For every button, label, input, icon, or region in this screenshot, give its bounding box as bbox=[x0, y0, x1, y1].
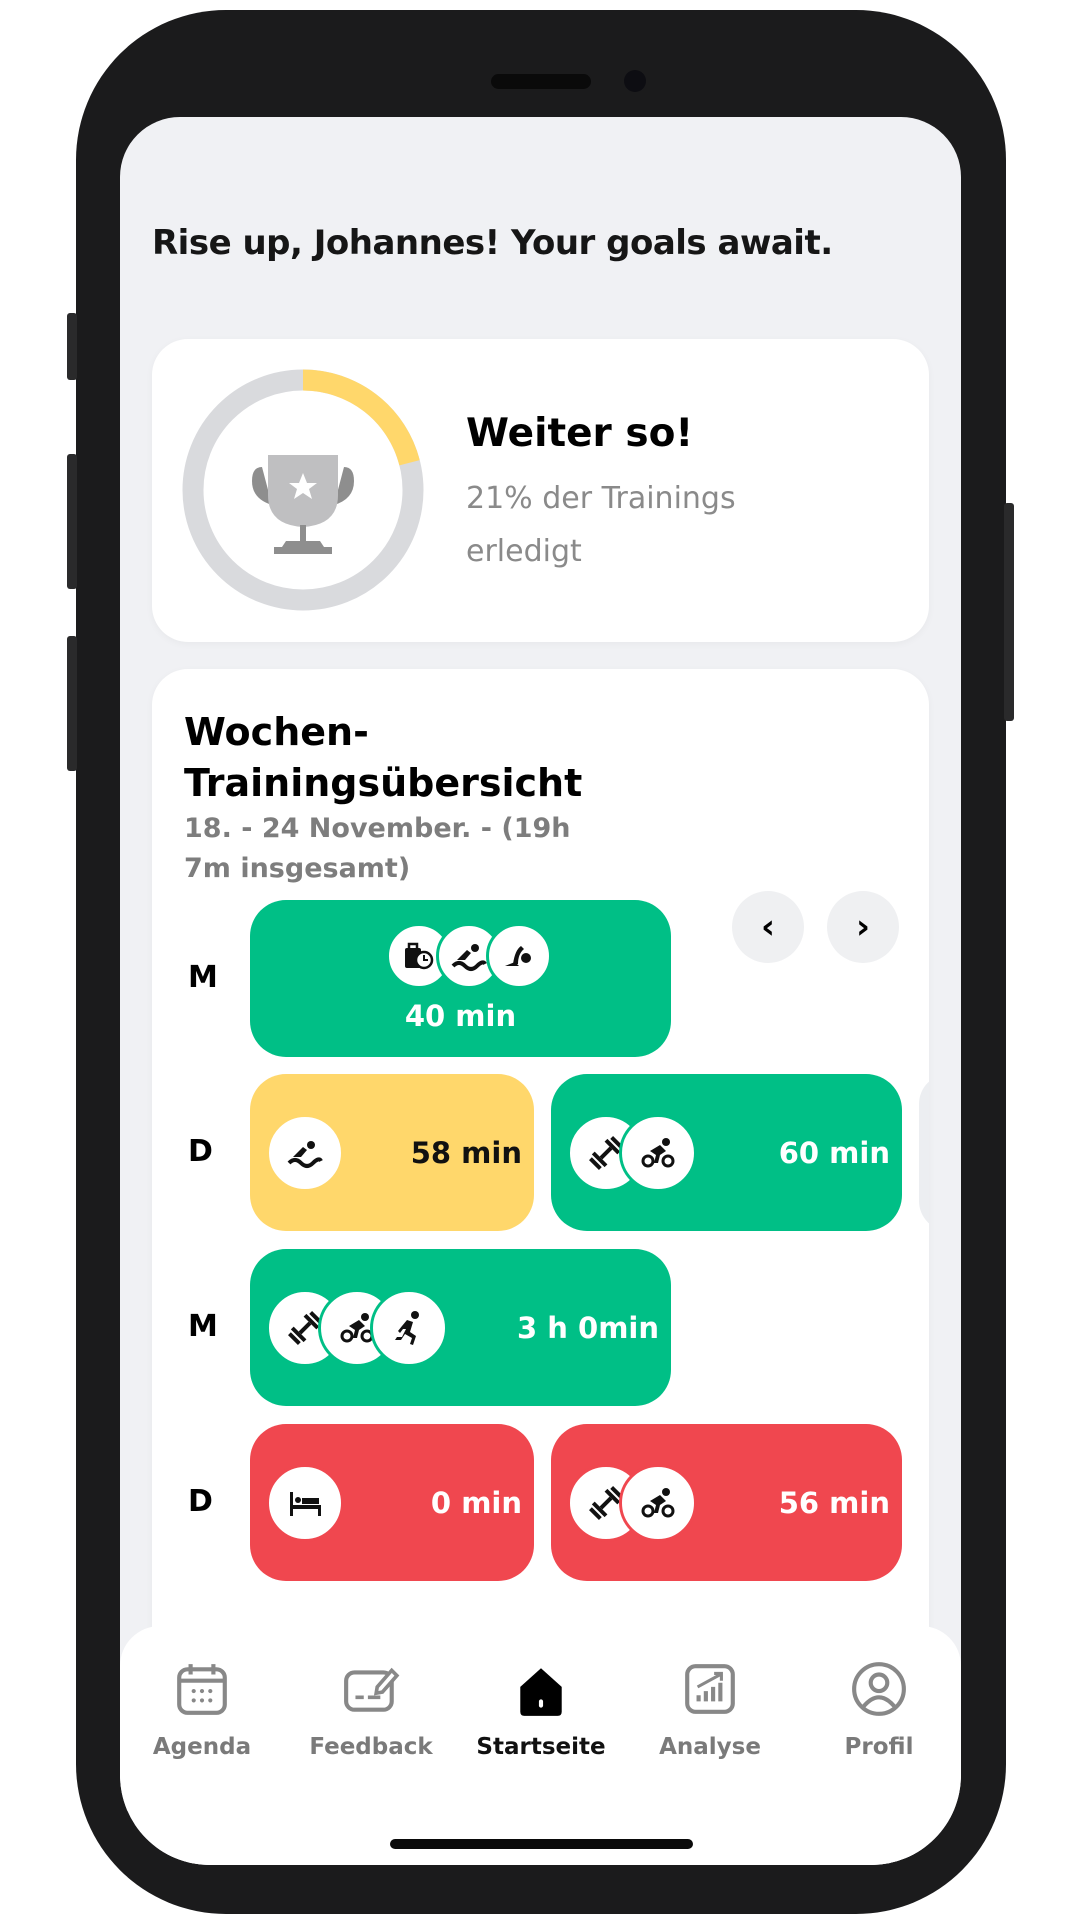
volume-down-button bbox=[67, 636, 77, 771]
nav-agenda[interactable]: Agenda bbox=[122, 1660, 282, 1760]
nav-feedback[interactable]: Feedback bbox=[291, 1660, 451, 1760]
nav-analyse[interactable]: Analyse bbox=[630, 1660, 790, 1760]
power-button bbox=[1004, 503, 1014, 721]
calendar-icon bbox=[177, 1664, 227, 1715]
chart-icon bbox=[685, 1664, 735, 1714]
session-duration: 60 min bbox=[778, 1135, 890, 1170]
training-session-missed[interactable]: 56 min bbox=[551, 1424, 902, 1581]
weekly-title: Wochen-Trainingsübersicht bbox=[184, 710, 583, 805]
session-duration: 58 min bbox=[410, 1135, 522, 1170]
bike-icon bbox=[619, 1113, 697, 1192]
nav-label: Analyse bbox=[659, 1734, 761, 1760]
bike-icon bbox=[619, 1463, 697, 1542]
session-duration: 0 min bbox=[430, 1485, 522, 1520]
trophy-icon bbox=[252, 455, 354, 554]
greeting: Rise up, Johannes! Your goals await. bbox=[152, 223, 833, 263]
day-label: M bbox=[188, 960, 218, 995]
training-session-offscreen[interactable] bbox=[919, 1074, 929, 1231]
profile-icon bbox=[852, 1662, 906, 1716]
session-icons bbox=[266, 1463, 344, 1542]
screen: Rise up, Johannes! Your goals await. Wei… bbox=[120, 117, 961, 1865]
training-session-completed[interactable]: 40 min bbox=[250, 900, 671, 1057]
training-session-missed[interactable]: 0 min bbox=[250, 1424, 534, 1581]
swim-icon bbox=[266, 1113, 344, 1192]
session-icons bbox=[266, 1288, 448, 1367]
training-session-partial[interactable]: 58 min bbox=[250, 1074, 534, 1231]
day-label: D bbox=[188, 1484, 213, 1519]
run-icon bbox=[370, 1288, 448, 1367]
nav-label: Agenda bbox=[152, 1734, 252, 1760]
day-row: D 0 min 56 min bbox=[152, 1424, 929, 1581]
session-icons bbox=[567, 1113, 697, 1192]
progress-card[interactable]: Weiter so! 21% der Trainings erledigt bbox=[152, 339, 929, 642]
session-icons bbox=[266, 1113, 344, 1192]
weekly-subtitle: 18. - 24 November. - (19h 7m insgesamt) bbox=[184, 813, 571, 884]
bottom-nav: Agenda Feedback Startseite Analyse Profil bbox=[120, 1626, 961, 1865]
session-duration: 3 h 0min bbox=[517, 1310, 659, 1345]
day-row: M 40 min bbox=[152, 900, 929, 1057]
day-row: D 58 min 60 min bbox=[152, 1074, 929, 1231]
speaker bbox=[491, 74, 591, 89]
progress-title: Weiter so! bbox=[466, 411, 694, 456]
volume-up-button bbox=[67, 454, 77, 589]
nav-label: Profil bbox=[844, 1734, 914, 1760]
day-row: M 3 h 0min bbox=[152, 1249, 929, 1406]
bed-icon bbox=[266, 1463, 344, 1542]
progress-ring bbox=[182, 369, 424, 611]
mute-switch bbox=[67, 313, 77, 380]
day-label: M bbox=[188, 1309, 218, 1344]
home-indicator[interactable] bbox=[390, 1839, 693, 1849]
training-session-completed[interactable]: 3 h 0min bbox=[250, 1249, 671, 1406]
feedback-icon bbox=[344, 1667, 400, 1712]
training-session-completed[interactable]: 60 min bbox=[551, 1074, 902, 1231]
nav-label: Startseite bbox=[476, 1734, 606, 1760]
open-water-icon bbox=[485, 922, 552, 989]
progress-subtitle: 21% der Trainings erledigt bbox=[466, 481, 736, 569]
session-icons bbox=[567, 1463, 697, 1542]
front-camera bbox=[624, 70, 646, 92]
session-duration: 40 min bbox=[404, 998, 517, 1033]
session-duration: 56 min bbox=[778, 1485, 890, 1520]
nav-profil[interactable]: Profil bbox=[799, 1660, 959, 1760]
session-icons bbox=[385, 922, 552, 989]
home-icon bbox=[520, 1668, 562, 1716]
day-label: D bbox=[188, 1134, 213, 1169]
nav-startseite[interactable]: Startseite bbox=[461, 1660, 621, 1760]
nav-label: Feedback bbox=[309, 1734, 433, 1760]
